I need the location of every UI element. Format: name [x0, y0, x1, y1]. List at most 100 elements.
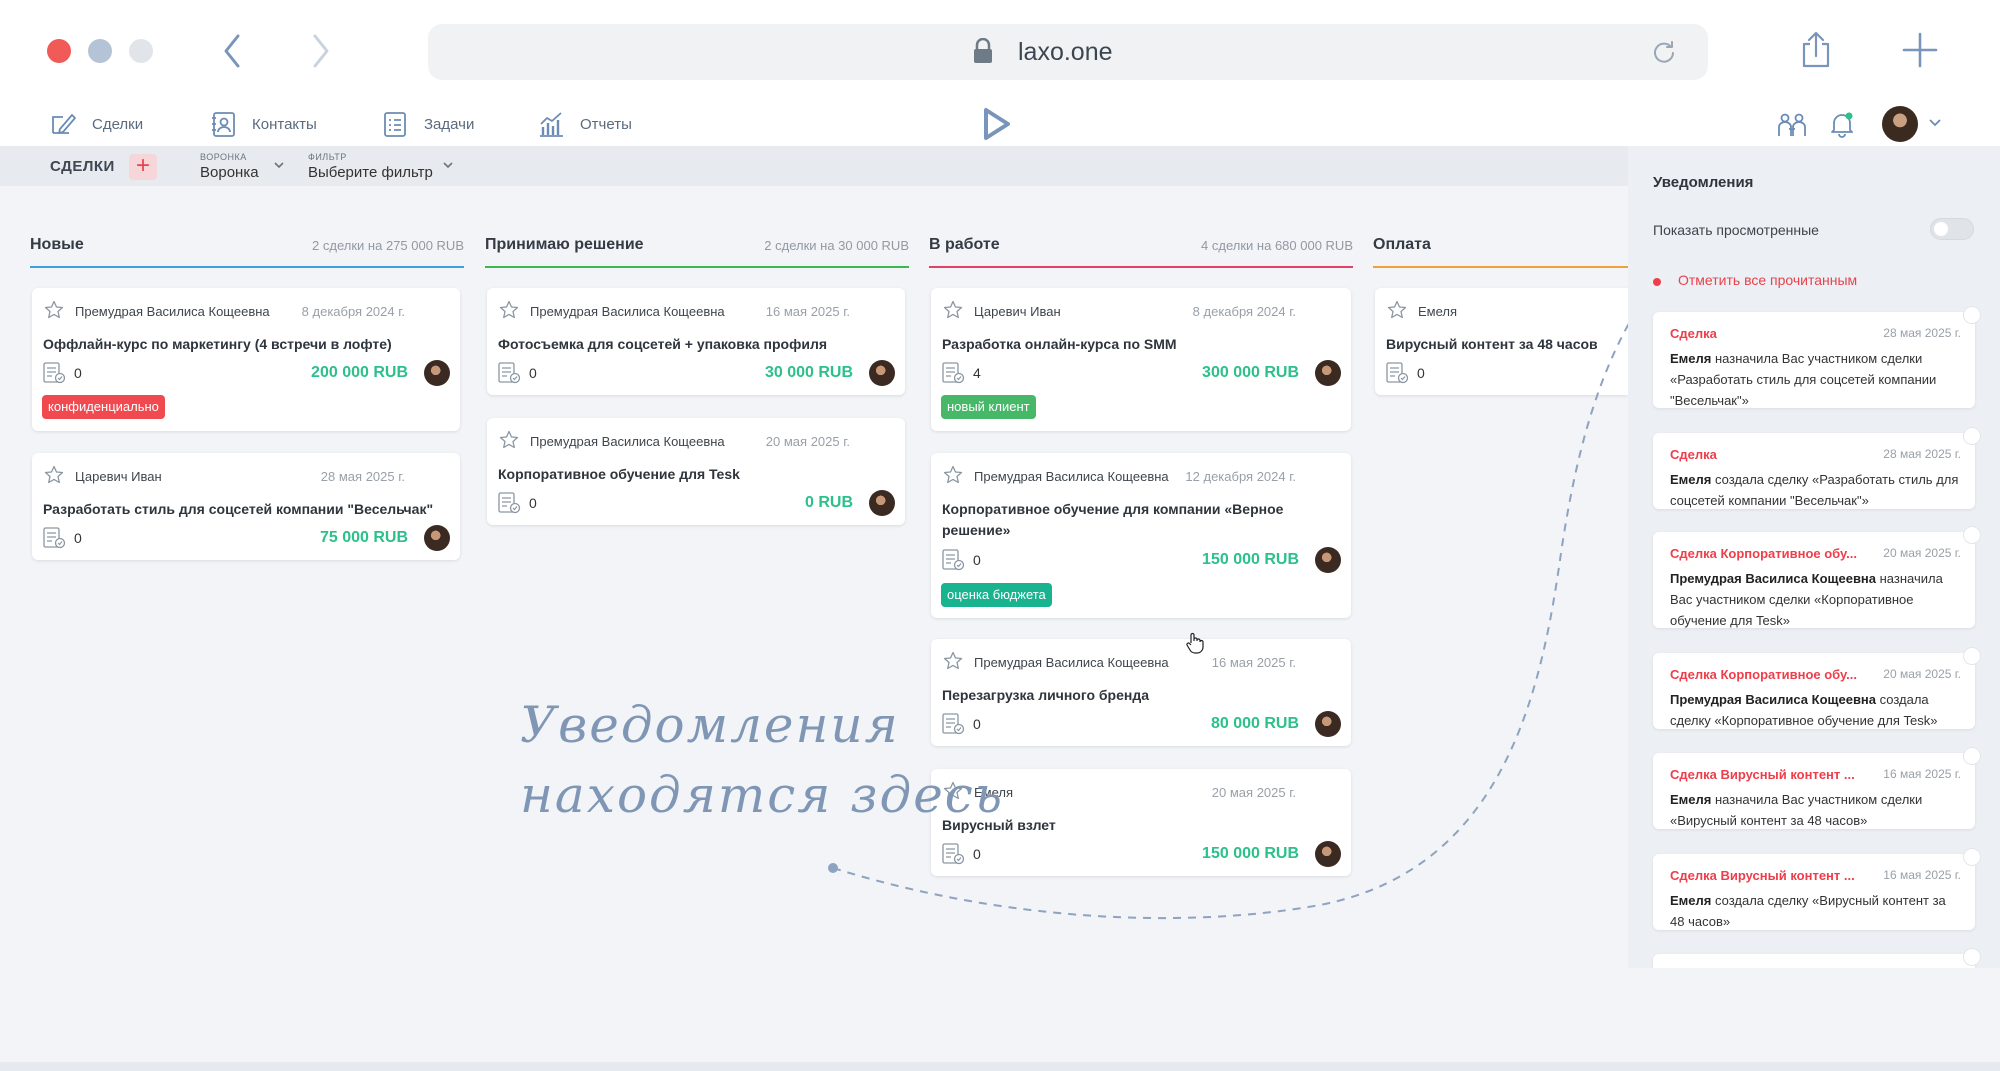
notification-item[interactable]: Сделка Корпоративное обу... 20 мая 2025 …: [1653, 647, 1981, 729]
nav-label: Задачи: [424, 115, 475, 133]
notification-item[interactable]: Сделка 28 мая 2025 г. Емеля создала сдел…: [1653, 427, 1981, 509]
star-icon[interactable]: [943, 300, 963, 320]
star-icon[interactable]: [943, 465, 963, 485]
nav-item-reports[interactable]: Отчеты: [536, 102, 632, 146]
minimize-window-button[interactable]: [88, 39, 112, 63]
notification-item-partial[interactable]: [1653, 948, 1981, 968]
url-text: laxo.one: [1018, 38, 1113, 66]
column-underline: [485, 266, 909, 268]
close-window-button[interactable]: [47, 39, 71, 63]
card-amount: 30 000 RUB: [764, 364, 853, 381]
star-icon[interactable]: [499, 300, 519, 320]
card-amount: 75 000 RUB: [319, 529, 408, 546]
notification-item[interactable]: Сделка Вирусный контент ... 16 мая 2025 …: [1653, 747, 1981, 829]
tasks-icon: [942, 362, 965, 384]
card-title[interactable]: Корпоративное обучение для компании «Вер…: [942, 499, 1331, 541]
card-title[interactable]: Разработать стиль для соцсетей компании …: [43, 499, 440, 520]
notification-item[interactable]: Сделка Корпоративное обу... 20 мая 2025 …: [1653, 526, 1981, 631]
deal-card[interactable]: Премудрая Василиса Кощеевна 12 декабря 2…: [931, 453, 1351, 618]
nav-item-tasks[interactable]: Задачи: [380, 102, 474, 146]
deal-card[interactable]: Премудрая Василиса Кощеевна 16 мая 2025 …: [487, 288, 905, 395]
share-icon[interactable]: [1796, 30, 1836, 70]
nav-item-deals[interactable]: Сделки: [48, 102, 143, 146]
avatar: [1315, 547, 1341, 573]
card-title[interactable]: Оффлайн-курс по маркетингу (4 встречи в …: [43, 334, 440, 355]
deal-card[interactable]: Царевич Иван 8 декабря 2024 г. Разработк…: [931, 288, 1351, 431]
task-count: 0: [1417, 365, 1425, 381]
back-arrow-icon[interactable]: [218, 32, 248, 70]
mark-read-button[interactable]: [1963, 526, 1981, 544]
avatar: [1315, 360, 1341, 386]
card-date: 8 декабря 2024 г.: [301, 304, 405, 319]
chevron-down-icon[interactable]: [442, 160, 454, 170]
tasks-icon: [942, 843, 965, 865]
star-icon[interactable]: [943, 651, 963, 671]
nav-item-contacts[interactable]: Контакты: [208, 102, 317, 146]
mark-read-button[interactable]: [1963, 306, 1981, 324]
logo-icon[interactable]: [980, 106, 1012, 142]
notifications-panel: Уведомления Показать просмотренные Отмет…: [1628, 146, 2000, 968]
notification-title: Сделка: [1670, 326, 1717, 341]
star-icon[interactable]: [44, 300, 64, 320]
notification-actor: Премудрая Василиса Кощеевна: [1670, 692, 1877, 707]
star-icon[interactable]: [44, 465, 64, 485]
star-icon[interactable]: [499, 430, 519, 450]
mark-read-button[interactable]: [1963, 647, 1981, 665]
card-title[interactable]: Вирусный контент за 48 часов: [1386, 334, 1608, 355]
notification-item[interactable]: Сделка Вирусный контент ... 16 мая 2025 …: [1653, 848, 1981, 930]
bottom-edge: [0, 1062, 2000, 1071]
notification-date: 20 мая 2025 г.: [1883, 546, 1961, 560]
annotation-line-1: Уведомления: [520, 696, 900, 754]
tasks-icon: [43, 527, 66, 549]
tasks-icon: [498, 362, 521, 384]
mark-read-button[interactable]: [1963, 747, 1981, 765]
deals-toolbar: СДЕЛКИ + ВОРОНКА Воронка ФИЛЬТР Выберите…: [0, 146, 1628, 186]
chevron-down-icon[interactable]: [273, 160, 285, 170]
show-viewed-label: Показать просмотренные: [1653, 222, 1819, 238]
mark-read-button[interactable]: [1963, 427, 1981, 445]
notification-body: Премудрая Василиса Кощеевна назначила Ва…: [1670, 568, 1963, 631]
avatar[interactable]: [1882, 106, 1918, 142]
card-date: 12 декабря 2024 г.: [1185, 469, 1296, 484]
mark-read-button[interactable]: [1963, 948, 1981, 966]
mark-all-read-link[interactable]: Отметить все прочитанным: [1678, 272, 1857, 288]
card-title[interactable]: Фотосъемка для соцсетей + упаковка профи…: [498, 334, 885, 355]
notification-actor: Емеля: [1670, 893, 1712, 908]
chevron-down-icon[interactable]: [1928, 118, 1942, 128]
star-icon[interactable]: [1387, 300, 1407, 320]
filter-select[interactable]: ФИЛЬТР Выберите фильтр: [308, 152, 433, 181]
deal-card[interactable]: Емеля Вирусный контент за 48 часов 0: [1375, 288, 1628, 395]
notification-item[interactable]: Сделка 28 мая 2025 г. Емеля назначила Ва…: [1653, 306, 1981, 408]
card-amount: 80 000 RUB: [1210, 715, 1299, 732]
page-title: СДЕЛКИ: [50, 158, 115, 175]
maximize-window-button[interactable]: [129, 39, 153, 63]
column-summary: 4 сделки на 680 000 RUB: [1201, 238, 1353, 253]
tag-budget-estimate[interactable]: оценка бюджета: [941, 583, 1052, 607]
tag-confidential[interactable]: конфиденциально: [42, 395, 165, 419]
card-title[interactable]: Разработка онлайн-курса по SMM: [942, 334, 1331, 355]
team-icon[interactable]: [1776, 110, 1808, 140]
funnel-select[interactable]: ВОРОНКА Воронка: [200, 152, 259, 181]
show-viewed-toggle[interactable]: [1930, 218, 1974, 240]
bell-icon[interactable]: [1828, 110, 1856, 138]
task-count: 0: [529, 365, 537, 381]
new-tab-icon[interactable]: [1900, 30, 1940, 70]
avatar: [1315, 711, 1341, 737]
address-bar[interactable]: laxo.one: [428, 24, 1708, 80]
column-title: В работе: [929, 236, 1000, 253]
notification-title: Сделка: [1670, 447, 1717, 462]
deal-card[interactable]: Премудрая Василиса Кощеевна 20 мая 2025 …: [487, 418, 905, 525]
card-title[interactable]: Корпоративное обучение для Tesk: [498, 464, 885, 485]
add-deal-button[interactable]: +: [129, 154, 157, 180]
deal-card[interactable]: Премудрая Василиса Кощеевна 8 декабря 20…: [32, 288, 460, 431]
tasks-icon: [942, 549, 965, 571]
deal-card[interactable]: Царевич Иван 28 мая 2025 г. Разработать …: [32, 453, 460, 560]
card-owner: Премудрая Василиса Кощеевна: [530, 434, 725, 449]
forward-arrow-icon[interactable]: [305, 32, 335, 70]
unread-dot: [1653, 278, 1661, 286]
tag-new-client[interactable]: новый клиент: [941, 395, 1036, 419]
card-date: 16 мая 2025 г.: [765, 304, 850, 319]
mark-read-button[interactable]: [1963, 848, 1981, 866]
app-nav: Сделки Контакты Задачи Отчеты: [0, 102, 2000, 146]
reload-icon[interactable]: [1650, 38, 1678, 66]
